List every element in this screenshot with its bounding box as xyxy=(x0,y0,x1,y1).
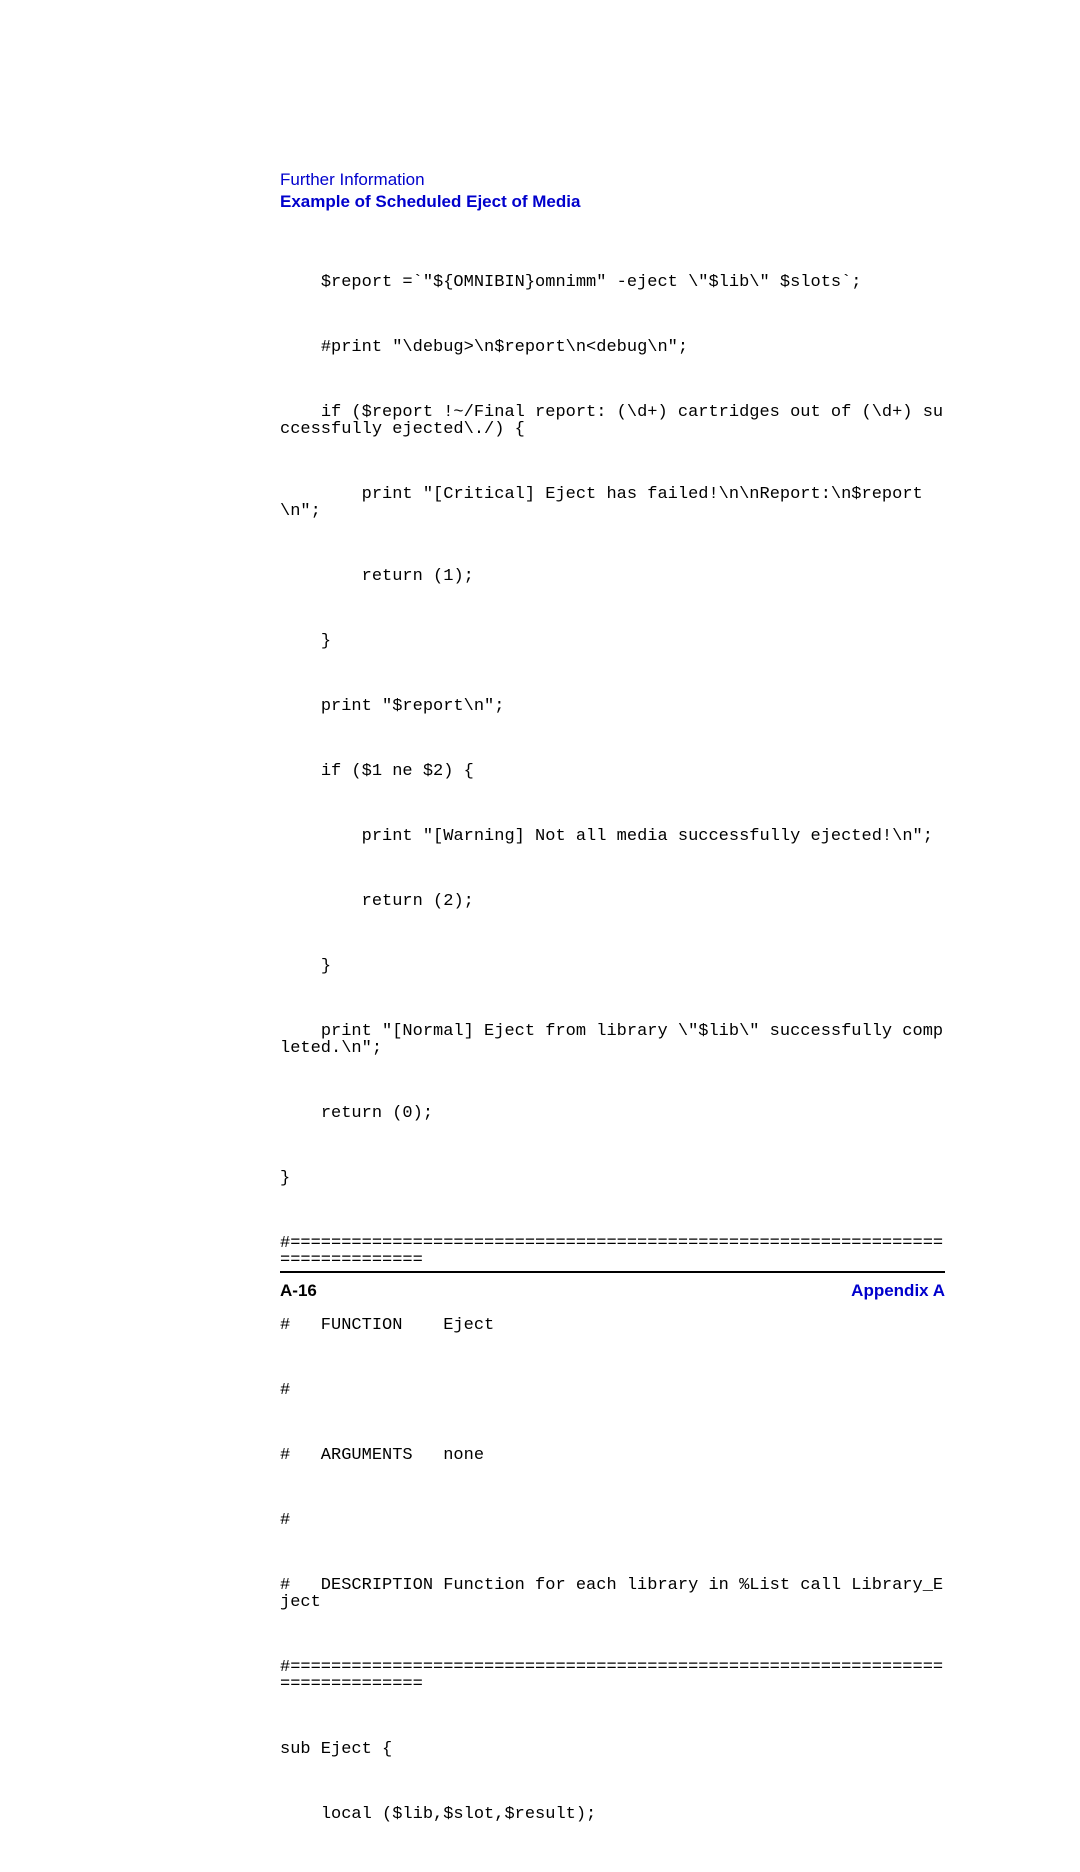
code-line: # xyxy=(280,1512,945,1529)
code-line: #=======================================… xyxy=(280,1235,945,1269)
code-line: return (1); xyxy=(280,568,945,585)
page-number: A-16 xyxy=(280,1281,317,1301)
code-line: # xyxy=(280,1382,945,1399)
code-line: #=======================================… xyxy=(280,1659,945,1693)
section-title: Example of Scheduled Eject of Media xyxy=(280,192,945,212)
page-header: Further Information Example of Scheduled… xyxy=(280,170,945,212)
footer-rule xyxy=(280,1271,945,1273)
code-line: } xyxy=(280,958,945,975)
code-block: $report =`"${OMNIBIN}omnimm" -eject \"$l… xyxy=(280,240,945,1871)
code-line: local ($lib,$slot,$result); xyxy=(280,1806,945,1823)
code-line: #print "\debug>\n$report\n<debug\n"; xyxy=(280,339,945,356)
code-line: if ($report !~/Final report: (\d+) cartr… xyxy=(280,404,945,438)
code-line: sub Eject { xyxy=(280,1741,945,1758)
code-line: # ARGUMENTS none xyxy=(280,1447,945,1464)
code-line: } xyxy=(280,633,945,650)
code-line: print "[Normal] Eject from library \"$li… xyxy=(280,1023,945,1057)
code-line: # FUNCTION Eject xyxy=(280,1317,945,1334)
code-line: print "[Warning] Not all media successfu… xyxy=(280,828,945,845)
code-line: # DESCRIPTION Function for each library … xyxy=(280,1577,945,1611)
code-line: $report =`"${OMNIBIN}omnimm" -eject \"$l… xyxy=(280,274,945,291)
code-line: } xyxy=(280,1170,945,1187)
document-page: Further Information Example of Scheduled… xyxy=(0,0,1080,1397)
page-footer: A-16 Appendix A xyxy=(280,1281,945,1301)
code-line: return (2); xyxy=(280,893,945,910)
code-line: return (0); xyxy=(280,1105,945,1122)
code-line: print "$report\n"; xyxy=(280,698,945,715)
section-label: Further Information xyxy=(280,170,945,190)
code-line: print "[Critical] Eject has failed!\n\nR… xyxy=(280,486,945,520)
code-line: if ($1 ne $2) { xyxy=(280,763,945,780)
appendix-label: Appendix A xyxy=(851,1281,945,1301)
